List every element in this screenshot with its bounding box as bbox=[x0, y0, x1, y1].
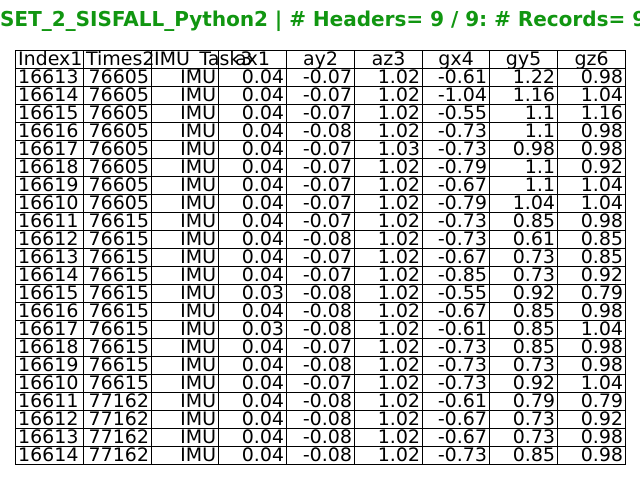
cell-imu-task: IMU bbox=[151, 446, 219, 465]
cell-az3: 1.02 bbox=[354, 446, 423, 465]
table-body: 16613 76605 IMU 0.04 -0.07 1.02 -0.61 1.22 0.98 1… bbox=[15, 68, 626, 465]
data-table-page: SET_2_SISFALL_Python2 | # Headers= 9 / 9… bbox=[0, 0, 640, 480]
page-title: SET_2_SISFALL_Python2 | # Headers= 9 / 9… bbox=[0, 6, 640, 32]
title-text: SET_2_SISFALL_Python2 | # Headers= 9 / 9… bbox=[0, 7, 640, 31]
cell-gx4: -0.73 bbox=[422, 446, 490, 465]
cell-ax1: 0.04 bbox=[218, 446, 287, 465]
cell-times: 77162 bbox=[83, 446, 152, 465]
cell-gz6: 0.98 bbox=[557, 446, 626, 465]
records-table: Index1 Times2 IMU_Task3 ax1 ay2 az3 gx4 … bbox=[15, 50, 626, 465]
table-row: 16614 77162 IMU 0.04 -0.08 1.02 -0.73 0.85 0.98 bbox=[15, 446, 626, 465]
cell-index: 16614 bbox=[15, 446, 84, 465]
cell-ay2: -0.08 bbox=[286, 446, 355, 465]
cell-gy5: 0.85 bbox=[489, 446, 558, 465]
